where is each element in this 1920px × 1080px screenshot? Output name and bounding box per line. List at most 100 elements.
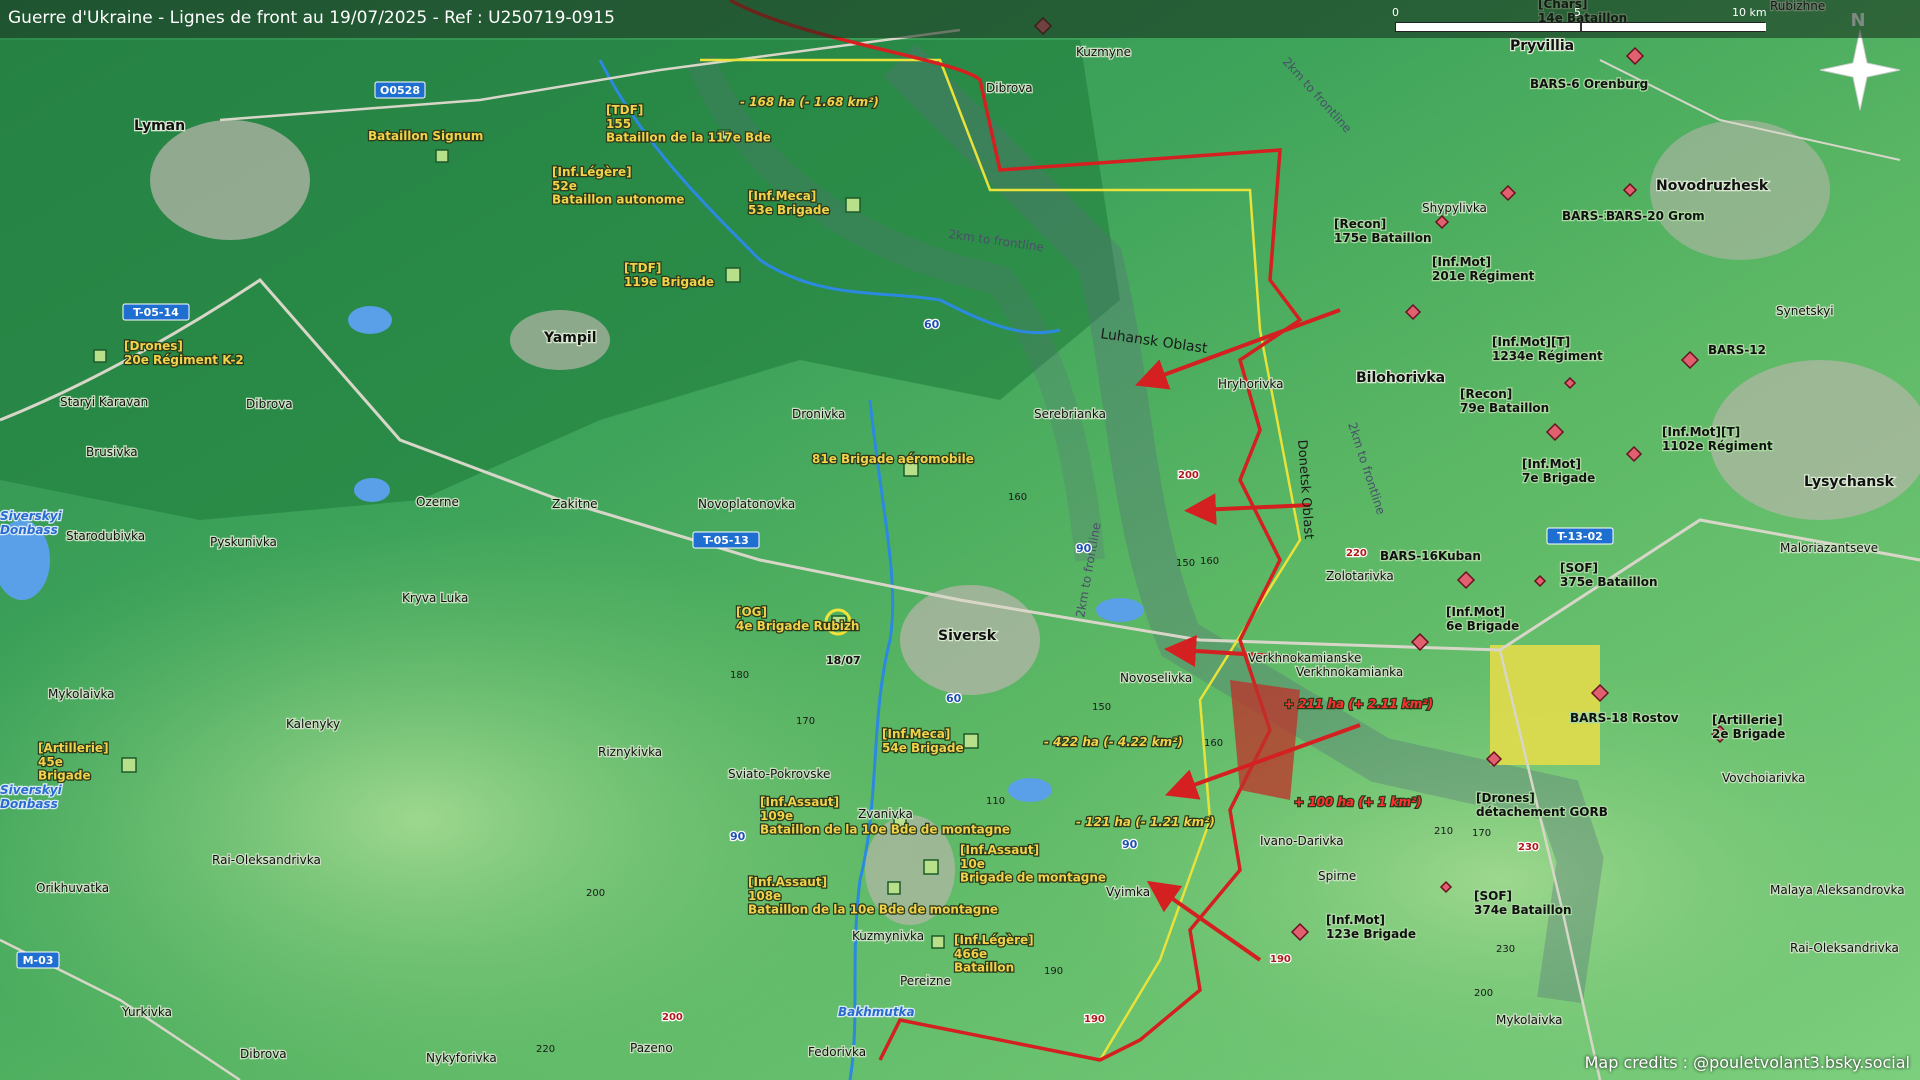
river-label: Siverskyi Donbass: [0, 783, 63, 811]
scale-label-max: 10 km: [1732, 6, 1767, 19]
town-label: Starodubivka: [66, 529, 145, 543]
elevation-label: 190: [1270, 954, 1291, 965]
scale-label-zero: 0: [1392, 6, 1399, 19]
elevation-label: 110: [986, 796, 1005, 807]
elevation-label: 160: [1200, 556, 1219, 567]
city-label: Lysychansk: [1804, 474, 1895, 490]
town-label: Serebrianka: [1034, 407, 1106, 421]
town-label: Orikhuvatka: [36, 881, 109, 895]
town-label: Nykyforivka: [426, 1051, 497, 1065]
road-number: 90: [1076, 542, 1092, 555]
town-label: Vyimka: [1106, 885, 1150, 899]
unit-marker[interactable]: [923, 859, 939, 875]
elevation-label: 170: [796, 716, 815, 727]
ukrainian-unit-label: 81e Brigade aéromobile: [812, 452, 974, 466]
town-label: Yurkivka: [121, 1005, 172, 1019]
river-label: Siverskyi Donbass: [0, 509, 63, 537]
town-label: Shypylivka: [1422, 201, 1487, 215]
elevation-label: 190: [1044, 966, 1063, 977]
town-label: Pereizne: [900, 974, 951, 988]
russian-gain-label: + 211 ha (+ 2.11 km²): [1284, 697, 1433, 711]
city-label: Novodruzhesk: [1656, 178, 1769, 194]
elevation-label: 150: [1176, 558, 1195, 569]
ukrainian-loss-label: - 168 ha (- 1.68 km²): [740, 95, 879, 109]
road-number: 90: [1122, 838, 1138, 851]
town-label: Zvanivka: [858, 807, 913, 821]
town-label: Malaya Aleksandrovka: [1770, 883, 1905, 897]
unit-marker[interactable]: [845, 197, 861, 213]
town-label: Kuzmyne: [1076, 45, 1131, 59]
unit-marker[interactable]: [887, 881, 901, 895]
map-canvas[interactable]: Bataillon Signum[TDF] 155 Bataillon de la …: [0, 0, 1920, 1080]
town-label: Mykolaivka: [48, 687, 115, 701]
town-label: Brusivka: [86, 445, 138, 459]
town-label: Zakitne: [552, 497, 598, 511]
elevation-label: 190: [1084, 1014, 1105, 1025]
town-label: Ozerne: [416, 495, 459, 509]
road-badge-label: M-03: [23, 954, 54, 967]
unit-marker[interactable]: [963, 733, 979, 749]
road-badge-label: T-05-14: [133, 306, 179, 319]
elevation-label: 230: [1518, 842, 1539, 853]
ukrainian-unit-label: Bataillon Signum: [368, 129, 483, 143]
russian-unit-label: BARS-18 Rostov: [1570, 711, 1679, 725]
town-label: Riznykivka: [598, 745, 662, 759]
unit-marker[interactable]: [93, 349, 107, 363]
town-label: Synetskyi: [1776, 304, 1834, 318]
settlement-lyman: [150, 120, 310, 240]
unit-marker[interactable]: [121, 757, 137, 773]
russian-unit-label: BARS-20 Grom: [1606, 209, 1705, 223]
elevation-label: 200: [586, 888, 605, 899]
elevation-label: 230: [1496, 944, 1515, 955]
town-label: Vovchoiarivka: [1722, 771, 1805, 785]
town-label: Verkhnokamianka: [1296, 665, 1403, 679]
city-label: Pryvillia: [1510, 38, 1574, 54]
town-label: Dibrova: [986, 81, 1033, 95]
road-number: 60: [946, 692, 962, 705]
town-label: Ivano-Darivka: [1260, 834, 1344, 848]
road-badge-label: O0528: [380, 84, 420, 97]
lake-1: [348, 306, 392, 334]
unit-marker[interactable]: [725, 267, 741, 283]
town-label: Pyskunivka: [210, 535, 277, 549]
town-label: Mykolaivka: [1496, 1013, 1563, 1027]
russian-unit-label: [Artillerie] 2e Brigade: [1712, 713, 1785, 741]
town-label: Hryhorivka: [1218, 377, 1283, 391]
unit-marker[interactable]: [931, 935, 945, 949]
town-label: Novoplatonovka: [698, 497, 795, 511]
elevation-label: 160: [1008, 492, 1027, 503]
town-label: Pazeno: [630, 1041, 673, 1055]
scale-bar-track: [1395, 22, 1766, 32]
russian-gain-label: + 100 ha (+ 1 km²): [1294, 795, 1422, 809]
unit-marker[interactable]: [435, 149, 449, 163]
russian-unit-label: BARS-12: [1708, 343, 1766, 357]
town-label: Spirne: [1318, 869, 1356, 883]
elevation-label: 200: [662, 1012, 683, 1023]
road-number: 60: [924, 318, 940, 331]
scale-bar: 0 5 10 km: [1392, 6, 1772, 36]
town-label: Rai-Oleksandrivka: [1790, 941, 1899, 955]
lake-2: [354, 478, 390, 502]
river-label: Bakhmutka: [838, 1005, 915, 1019]
elevation-label: 200: [1474, 988, 1493, 999]
date-tag: 18/07: [826, 654, 861, 667]
elevation-label: 220: [1346, 548, 1367, 559]
elevation-label: 220: [536, 1044, 555, 1055]
elevation-label: 170: [1472, 828, 1491, 839]
elevation-label: 150: [1092, 702, 1111, 713]
city-label: Lyman: [134, 118, 185, 134]
map-credits: Map credits : @pouletvolant3.bsky.social: [1584, 1053, 1910, 1072]
elevation-label: 200: [1178, 470, 1199, 481]
town-label: Maloriazantseve: [1780, 541, 1878, 555]
ukrainian-loss-label: - 121 ha (- 1.21 km²): [1076, 815, 1215, 829]
town-label: Fedorivka: [808, 1045, 866, 1059]
lake-3: [1096, 598, 1144, 622]
road-badge-label: T-13-02: [1557, 530, 1603, 543]
lake-4: [1008, 778, 1052, 802]
town-label: Kuzmynivka: [852, 929, 924, 943]
road-badge-label: T-05-13: [703, 534, 749, 547]
town-label: Zolotarivka: [1326, 569, 1394, 583]
town-label: Kryva Luka: [402, 591, 468, 605]
town-label: Dronivka: [792, 407, 845, 421]
town-label: Rai-Oleksandrivka: [212, 853, 321, 867]
